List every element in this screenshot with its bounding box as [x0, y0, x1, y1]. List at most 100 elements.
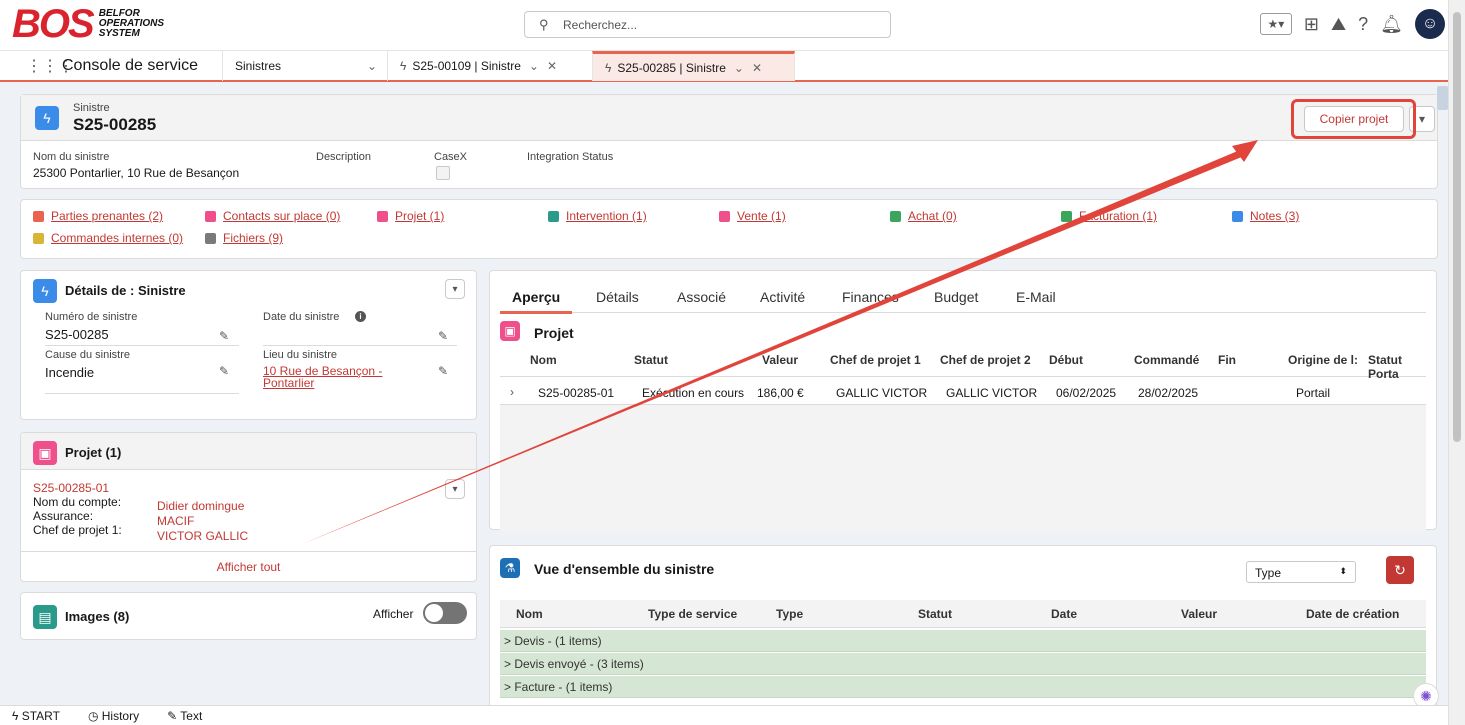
global-search-input[interactable]: ⚲ Recherchez...: [524, 11, 891, 38]
details-card-menu-button[interactable]: ▾: [445, 279, 465, 299]
tab-activite[interactable]: Activité: [760, 289, 805, 305]
tab-finances[interactable]: Finances: [842, 289, 899, 305]
column-header[interactable]: Type de service: [648, 607, 737, 621]
group-row-devis-envoye[interactable]: > Devis envoyé - (3 items): [500, 653, 1426, 675]
column-header[interactable]: Valeur: [1181, 607, 1217, 621]
quick-link-facturation[interactable]: Facturation (1): [1061, 209, 1157, 223]
flask-icon: ⚗: [500, 558, 520, 578]
record-tabs-card: Aperçu Détails Associé Activité Finances…: [489, 270, 1437, 531]
view-all-link[interactable]: Afficher tout: [21, 560, 476, 574]
tab-s25-00109[interactable]: ϟ S25-00109 | Sinistre ⌄ ✕: [387, 51, 592, 81]
scrollbar-thumb[interactable]: [1453, 12, 1461, 442]
column-header[interactable]: Nom: [530, 353, 557, 367]
edit-pencil-icon[interactable]: ✎: [219, 364, 229, 378]
intervention-icon: [548, 210, 559, 222]
quick-link-parties-prenantes[interactable]: Parties prenantes (2): [33, 209, 163, 223]
type-filter-select[interactable]: Type ⬍: [1246, 561, 1356, 583]
utility-panel-handle[interactable]: [1437, 86, 1448, 110]
trailhead-icon[interactable]: ⛰: [1331, 14, 1346, 35]
tab-email[interactable]: E-Mail: [1016, 289, 1056, 305]
notification-bell-icon[interactable]: 🔔︎: [1380, 14, 1403, 35]
user-avatar[interactable]: ☺: [1415, 9, 1445, 39]
help-icon[interactable]: ?: [1358, 14, 1368, 35]
projet-row-label: Nom du compte:: [33, 495, 122, 509]
column-header[interactable]: Chef de projet 1: [830, 353, 921, 367]
cell-origine: Portail: [1296, 386, 1331, 400]
projet-row-value-link[interactable]: VICTOR GALLIC: [157, 529, 248, 543]
projet-row-label: Chef de projet 1:: [33, 523, 122, 537]
projet-row-value-link[interactable]: Didier domingue: [157, 499, 244, 513]
close-icon[interactable]: ✕: [547, 59, 557, 73]
chevron-down-icon[interactable]: ⌄: [734, 61, 744, 75]
column-header[interactable]: Valeur: [762, 353, 798, 367]
column-header[interactable]: Début: [1049, 353, 1083, 367]
column-header[interactable]: Fin: [1218, 353, 1236, 367]
column-header[interactable]: Statut Porta: [1368, 353, 1426, 381]
quick-link-commandes-internes[interactable]: Commandes internes (0): [33, 231, 183, 245]
bos-logo[interactable]: BOS BELFOR OPERATIONS SYSTEM: [12, 4, 164, 44]
favorites-star-icon[interactable]: ★▾: [1259, 13, 1292, 35]
edit-pencil-icon[interactable]: ✎: [438, 329, 448, 343]
projet-record-link[interactable]: S25-00285-01: [33, 481, 109, 495]
field-value-lieu-sinistre-link[interactable]: 10 Rue de Besançon - Pontarlier: [263, 365, 413, 389]
utility-start[interactable]: ϟ START: [12, 709, 60, 723]
overview-title: Vue d'ensemble du sinistre: [534, 561, 715, 577]
record-object-label: Sinistre: [73, 102, 110, 114]
tab-details[interactable]: Détails: [596, 289, 639, 305]
quick-link-fichiers[interactable]: Fichiers (9): [205, 231, 283, 245]
cell-debut: 06/02/2025: [1056, 386, 1117, 400]
utility-text[interactable]: ✎ Text: [167, 709, 202, 723]
table-row[interactable]: › S25-00285-01 Exécution en cours 186,00…: [500, 379, 1426, 405]
global-header: BOS BELFOR OPERATIONS SYSTEM ⚲ Recherche…: [0, 0, 1465, 50]
refresh-button[interactable]: ↻: [1386, 556, 1414, 584]
projet-table-header: Nom Statut Valeur Chef de projet 1 Chef …: [500, 347, 1426, 381]
history-icon: ◷: [87, 708, 99, 723]
tab-budget[interactable]: Budget: [934, 289, 978, 305]
chevron-down-icon[interactable]: ⌄: [529, 59, 539, 73]
group-row-facture[interactable]: > Facture - (1 items): [500, 676, 1426, 698]
utility-history[interactable]: ◷ History: [88, 709, 139, 723]
global-add-icon[interactable]: ⊞: [1304, 14, 1319, 35]
projet-row-menu-button[interactable]: ▾: [445, 479, 465, 499]
tab-s25-00285[interactable]: ϟ S25-00285 | Sinistre ⌄ ✕: [592, 51, 795, 81]
column-header[interactable]: Statut: [918, 607, 952, 621]
cell-valeur: 186,00 €: [757, 386, 804, 400]
window-scrollbar[interactable]: [1448, 0, 1465, 725]
group-row-devis[interactable]: > Devis - (1 items): [500, 630, 1426, 652]
column-header[interactable]: Nom: [516, 607, 543, 621]
quick-link-achat[interactable]: Achat (0): [890, 209, 957, 223]
column-header[interactable]: Commandé: [1134, 353, 1199, 367]
field-value-nom-du-sinistre: 25300 Pontarlier, 10 Rue de Besançon: [33, 166, 240, 180]
field-label-integration-status: Integration Status: [527, 151, 614, 163]
expand-row-chevron-icon[interactable]: ›: [510, 385, 514, 399]
column-header[interactable]: Statut: [634, 353, 668, 367]
afficher-toggle[interactable]: [423, 602, 467, 624]
tab-apercu[interactable]: Aperçu: [512, 289, 560, 305]
column-header[interactable]: Origine de l:: [1288, 353, 1358, 367]
edit-pencil-icon[interactable]: ✎: [219, 329, 229, 343]
quick-link-intervention[interactable]: Intervention (1): [548, 209, 647, 223]
close-icon[interactable]: ✕: [752, 61, 762, 75]
nav-menu-sinistres[interactable]: Sinistres ⌄: [222, 51, 387, 81]
column-header[interactable]: Date: [1051, 607, 1077, 621]
refresh-icon: ↻: [1394, 561, 1406, 578]
tab-associe[interactable]: Associé: [677, 289, 726, 305]
column-header[interactable]: Type: [776, 607, 803, 621]
quick-link-vente[interactable]: Vente (1): [719, 209, 786, 223]
quick-link-projet[interactable]: Projet (1): [377, 209, 444, 223]
quick-link-contacts-sur-place[interactable]: Contacts sur place (0): [205, 209, 340, 223]
afficher-toggle-label: Afficher: [373, 607, 414, 621]
info-icon[interactable]: i: [355, 311, 366, 322]
column-header[interactable]: Date de création: [1306, 607, 1399, 621]
column-header[interactable]: Chef de projet 2: [940, 353, 1031, 367]
divider: [21, 551, 476, 552]
edit-pencil-icon[interactable]: ✎: [438, 364, 448, 378]
quick-link-notes[interactable]: Notes (3): [1232, 209, 1299, 223]
cell-projet-link[interactable]: S25-00285-01: [538, 386, 614, 400]
commandes-icon: [33, 232, 44, 244]
chevron-down-icon[interactable]: ⌄: [367, 59, 377, 73]
casex-checkbox[interactable]: [436, 166, 450, 180]
vente-icon: [719, 210, 730, 222]
projet-row-value-link[interactable]: MACIF: [157, 514, 194, 528]
active-tab-indicator: [500, 311, 572, 314]
